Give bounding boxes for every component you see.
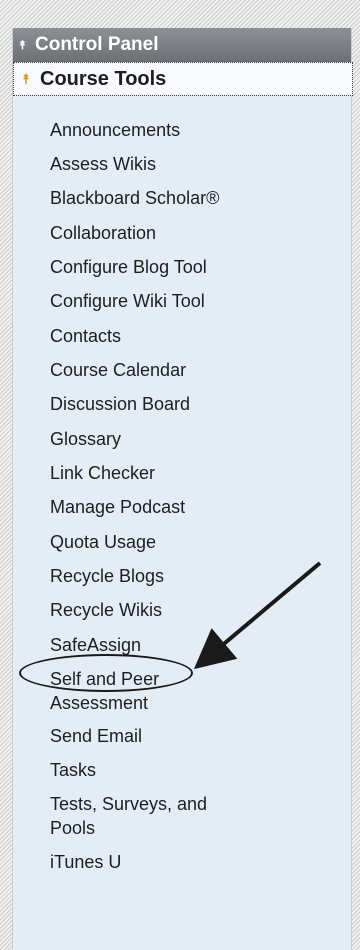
course-tool-link-link-checker[interactable]: Link Checker: [50, 461, 155, 485]
course-tool-link-recycle-blogs[interactable]: Recycle Blogs: [50, 564, 164, 588]
course-tool-link-send-email[interactable]: Send Email: [50, 724, 142, 748]
course-tool-link-manage-podcast[interactable]: Manage Podcast: [50, 495, 185, 519]
course-tool-link-collaboration[interactable]: Collaboration: [50, 221, 156, 245]
course-tool-link-tests-surveys-and-pools[interactable]: Tests, Surveys, and Pools: [50, 792, 250, 840]
double-chevron-up-icon[interactable]: ⯭: [19, 38, 35, 53]
course-tool-link-self-and-peer-assessment[interactable]: Self and Peer Assessment: [50, 667, 220, 715]
course-tool-link-contacts[interactable]: Contacts: [50, 324, 121, 348]
course-tools-header[interactable]: ⯭ Course Tools: [13, 62, 353, 96]
course-tool-link-recycle-wikis[interactable]: Recycle Wikis: [50, 598, 162, 622]
course-tool-link-safeassign[interactable]: SafeAssign: [50, 633, 141, 657]
course-tool-link-configure-wiki-tool[interactable]: Configure Wiki Tool: [50, 289, 205, 313]
course-tools-title: Course Tools: [40, 67, 167, 90]
course-tool-link-blackboard-scholar[interactable]: Blackboard Scholar®: [50, 186, 219, 210]
control-panel-title: Control Panel: [35, 34, 159, 55]
course-tool-link-discussion-board[interactable]: Discussion Board: [50, 392, 190, 416]
course-tool-link-quota-usage[interactable]: Quota Usage: [50, 530, 156, 554]
course-tool-link-assess-wikis[interactable]: Assess Wikis: [50, 152, 156, 176]
control-panel-header[interactable]: ⯭ Control Panel: [13, 28, 351, 62]
course-tool-link-configure-blog-tool[interactable]: Configure Blog Tool: [50, 255, 207, 279]
course-tool-link-tasks[interactable]: Tasks: [50, 758, 96, 782]
course-tool-link-itunes-u[interactable]: iTunes U: [50, 850, 121, 874]
course-tool-link-course-calendar[interactable]: Course Calendar: [50, 358, 186, 382]
double-chevron-up-icon[interactable]: ⯭: [22, 71, 40, 87]
course-tool-link-glossary[interactable]: Glossary: [50, 427, 121, 451]
course-tool-link-announcements[interactable]: Announcements: [50, 118, 180, 142]
control-panel: ⯭ Control Panel ⯭ Course Tools Announcem…: [12, 28, 353, 950]
